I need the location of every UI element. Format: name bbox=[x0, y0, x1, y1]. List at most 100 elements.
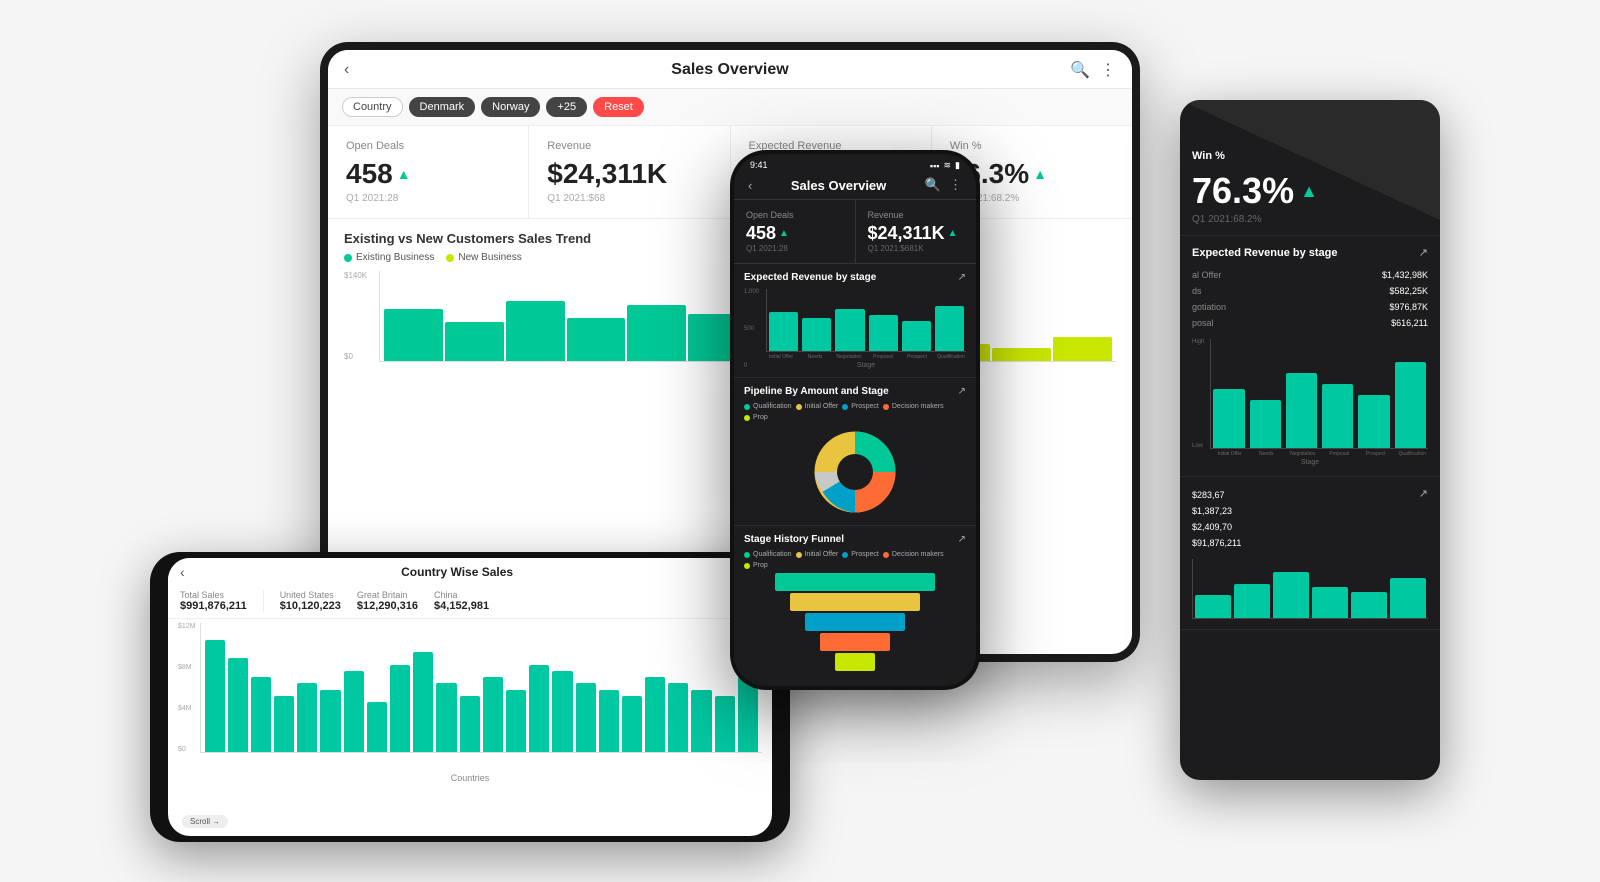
phone-l-bar-item bbox=[390, 665, 410, 753]
funnel-chart bbox=[744, 573, 966, 671]
phone-l-bar-item bbox=[251, 677, 271, 752]
funnel-legend-q: Qualification bbox=[744, 551, 792, 558]
rp-bar-4 bbox=[1322, 384, 1353, 448]
rp-expected-content: al Offer $1,432,98K ds $582,25K gotiatio… bbox=[1192, 267, 1428, 331]
pipeline-legend: Qualification Initial Offer Prospect Dec… bbox=[744, 403, 966, 421]
filter-chip-norway[interactable]: Norway bbox=[481, 97, 540, 117]
legend-decision-dot bbox=[883, 404, 889, 410]
phone-more-icon[interactable]: ⋮ bbox=[949, 177, 962, 193]
funnel-legend-p-label: Prospect bbox=[851, 551, 879, 558]
filter-chip-more[interactable]: +25 bbox=[546, 97, 587, 117]
rp-mini-bar-2 bbox=[1234, 584, 1270, 618]
rp-x-6: Qualification bbox=[1397, 451, 1429, 457]
rp-bottom-chart bbox=[1192, 559, 1428, 619]
tablet-more-icon[interactable]: ⋮ bbox=[1100, 60, 1116, 80]
legend-decision-label: Decision makers bbox=[892, 403, 944, 410]
metric-open-deals: Open Deals 458 ▲ Q1 2021:28 bbox=[328, 126, 529, 218]
phone-back-icon[interactable]: ‹ bbox=[748, 178, 752, 193]
legend-new-label: New Business bbox=[458, 252, 521, 263]
funnel-legend-prop: Prop bbox=[744, 562, 768, 569]
x-label-5: Prospect bbox=[902, 354, 932, 360]
phone-l-header: ‹ Country Wise Sales ⊤ ⋮ bbox=[168, 558, 772, 586]
rp-bottom-val-3: $2,409,70 bbox=[1192, 522, 1232, 532]
phone-portrait-device: 9:41 ▪▪▪ ≋ ▮ ‹ Sales Overview 🔍 ⋮ bbox=[730, 150, 980, 690]
phone-l-bar-item bbox=[599, 690, 619, 753]
rp-bars-area bbox=[1210, 339, 1428, 449]
rp-bar-2 bbox=[1250, 400, 1281, 448]
rp-x-3: Negotiation bbox=[1287, 451, 1319, 457]
phone-l-bar-item bbox=[552, 671, 572, 752]
phone-l-x-axis: Countries bbox=[178, 773, 762, 783]
legend-decision: Decision makers bbox=[883, 403, 944, 410]
legend-qualification-label: Qualification bbox=[753, 403, 792, 410]
legend-initial-offer: Initial Offer bbox=[796, 403, 839, 410]
tablet-search-icon[interactable]: 🔍 bbox=[1070, 60, 1090, 80]
phone-l-bar-item bbox=[691, 690, 711, 753]
rp-mini-bar-6 bbox=[1390, 578, 1426, 618]
rp-key-4: posal bbox=[1192, 318, 1214, 328]
phone-l-bar-item bbox=[413, 652, 433, 752]
phone-search-icon[interactable]: 🔍 bbox=[925, 177, 941, 193]
rp-key-3: gotiation bbox=[1192, 302, 1226, 312]
funnel-legend: Qualification Initial Offer Prospect Dec… bbox=[744, 551, 966, 569]
rp-val-4: $616,211 bbox=[1391, 318, 1428, 328]
x-label-2: Needs bbox=[800, 354, 830, 360]
rp-expected-title: Expected Revenue by stage bbox=[1192, 247, 1338, 259]
phone-metric-deals-sub: Q1 2021:28 bbox=[746, 244, 843, 253]
legend-qualification-dot bbox=[744, 404, 750, 410]
pie-svg bbox=[810, 427, 900, 517]
funnel-slice-1 bbox=[775, 573, 935, 591]
legend-existing-dot bbox=[344, 254, 352, 262]
phone-header-title: Sales Overview bbox=[791, 178, 886, 193]
phone-l-bar-item bbox=[460, 696, 480, 752]
phone-l-back-icon[interactable]: ‹ bbox=[180, 564, 185, 580]
funnel-slice-5 bbox=[835, 653, 875, 671]
expected-y-mid: 500 bbox=[744, 326, 759, 332]
phone-l-bar-item bbox=[228, 658, 248, 752]
bar-1 bbox=[769, 312, 798, 351]
phone-section-pipeline-expand[interactable]: ↗ bbox=[958, 386, 966, 397]
metric-win-label: Win % bbox=[950, 140, 1114, 152]
phone-l-y-top: $12M bbox=[178, 623, 196, 630]
scroll-badge[interactable]: Scroll → bbox=[182, 815, 228, 828]
rp-key-2: ds bbox=[1192, 286, 1202, 296]
phone-section-expected-expand[interactable]: ↗ bbox=[958, 272, 966, 283]
phone-section-funnel-expand[interactable]: ↗ bbox=[958, 534, 966, 545]
phone-metric-deals: Open Deals 458 ▲ Q1 2021:28 bbox=[734, 200, 856, 263]
phone-portrait-screen: 9:41 ▪▪▪ ≋ ▮ ‹ Sales Overview 🔍 ⋮ bbox=[734, 154, 976, 686]
bar-3 bbox=[835, 309, 864, 351]
phone-l-chart-section: $12M $8M $4M $0 Countries bbox=[168, 619, 772, 783]
metric-revenue-label: Revenue bbox=[547, 140, 711, 152]
legend-new-dot bbox=[446, 254, 454, 262]
filter-chip-country[interactable]: Country bbox=[342, 97, 403, 117]
funnel-legend-q-dot bbox=[744, 552, 750, 558]
phone-section-expected-revenue: Expected Revenue by stage ↗ 1,000 500 0 bbox=[734, 264, 976, 378]
phone-metric-deals-label: Open Deals bbox=[746, 210, 843, 220]
filter-reset-button[interactable]: Reset bbox=[593, 97, 644, 117]
phone-wifi-icon: ≋ bbox=[944, 160, 952, 171]
funnel-slice-3 bbox=[805, 613, 905, 631]
phone-battery-icon: ▮ bbox=[955, 160, 960, 171]
x-label-6: Qualification bbox=[936, 354, 966, 360]
rp-x-2: Needs bbox=[1251, 451, 1283, 457]
funnel-legend-p: Prospect bbox=[842, 551, 879, 558]
phone-l-bar-item bbox=[645, 677, 665, 752]
filter-chip-denmark[interactable]: Denmark bbox=[409, 97, 476, 117]
phone-l-stat-us: United States $10,120,223 bbox=[280, 590, 341, 612]
phone-l-bar-item bbox=[436, 683, 456, 752]
phone-time: 9:41 bbox=[750, 160, 768, 171]
funnel-legend-q-label: Qualification bbox=[753, 551, 792, 558]
phone-metric-revenue: Revenue $24,311K ▲ Q1 2021:$681K bbox=[856, 200, 977, 263]
legend-initial-offer-dot bbox=[796, 404, 802, 410]
phone-l-stat-china: China $4,152,981 bbox=[434, 590, 489, 612]
phone-l-bar-item bbox=[506, 690, 526, 753]
tablet-back-icon[interactable]: ‹ bbox=[344, 61, 349, 79]
phone-l-y-mid1: $8M bbox=[178, 664, 196, 671]
rp-expected-expand[interactable]: ↗ bbox=[1419, 246, 1428, 259]
tablet-title: Sales Overview bbox=[671, 61, 788, 79]
legend-prospect: Prospect bbox=[842, 403, 879, 410]
rp-bottom-expand[interactable]: ↗ bbox=[1419, 487, 1428, 500]
rp-key-1: al Offer bbox=[1192, 270, 1221, 280]
phone-header: ‹ Sales Overview 🔍 ⋮ bbox=[734, 173, 976, 200]
expected-chart-area: Initial Offer Needs Negotiation Proposal… bbox=[766, 289, 966, 369]
